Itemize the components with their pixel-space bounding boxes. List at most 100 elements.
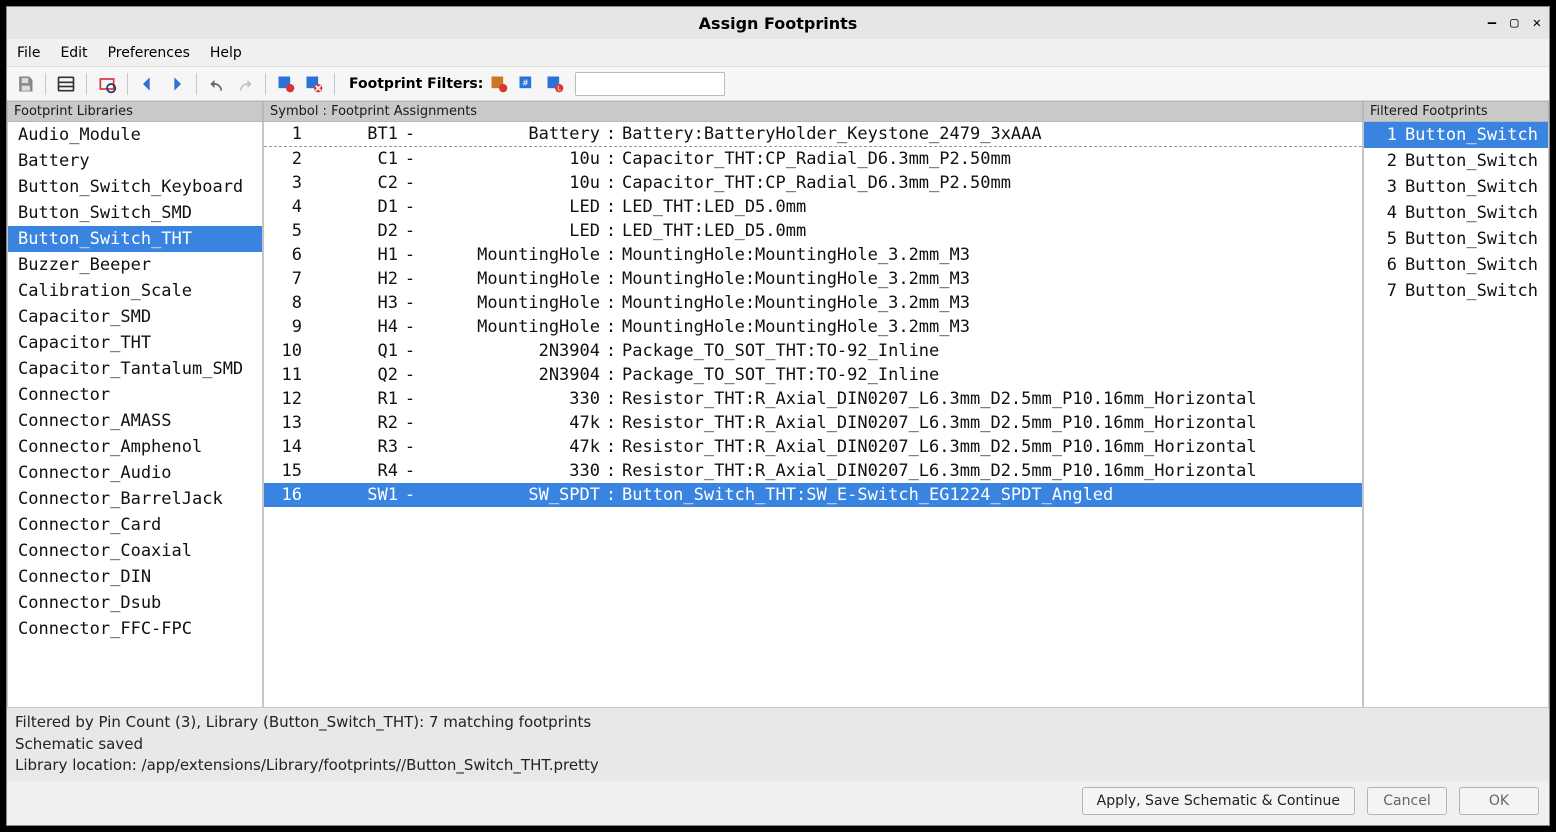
assignment-row[interactable]: 10Q1-2N3904:Package_TO_SOT_THT:TO-92_Inl… xyxy=(264,339,1362,363)
assignment-row[interactable]: 1BT1-Battery:Battery:BatteryHolder_Keyst… xyxy=(264,122,1362,147)
prev-arrow-icon[interactable] xyxy=(136,72,160,96)
library-list[interactable]: Audio_ModuleBatteryButton_Switch_Keyboar… xyxy=(7,122,263,708)
row-value: SW_SPDT xyxy=(422,485,600,505)
apply-save-continue-button[interactable]: Apply, Save Schematic & Continue xyxy=(1082,787,1355,815)
library-item[interactable]: Capacitor_Tantalum_SMD xyxy=(8,356,262,382)
library-item[interactable]: Connector_AMASS xyxy=(8,408,262,434)
library-item[interactable]: Connector_Amphenol xyxy=(8,434,262,460)
library-item[interactable]: Connector_Coaxial xyxy=(8,538,262,564)
assignment-list[interactable]: 1BT1-Battery:Battery:BatteryHolder_Keyst… xyxy=(263,122,1363,708)
row-index: 14 xyxy=(272,437,302,457)
menu-preferences[interactable]: Preferences xyxy=(108,45,190,61)
filtered-footprint-item[interactable]: 1Button_Switch xyxy=(1364,122,1548,148)
assignment-row[interactable]: 14R3-47k:Resistor_THT:R_Axial_DIN0207_L6… xyxy=(264,435,1362,459)
assignment-row[interactable]: 2C1-10u:Capacitor_THT:CP_Radial_D6.3mm_P… xyxy=(264,147,1362,171)
assignment-row[interactable]: 3C2-10u:Capacitor_THT:CP_Radial_D6.3mm_P… xyxy=(264,171,1362,195)
row-reference: H2 xyxy=(302,269,398,289)
assignment-row[interactable]: 6H1-MountingHole:MountingHole:MountingHo… xyxy=(264,243,1362,267)
filtered-footprint-item[interactable]: 7Button_Switch xyxy=(1364,278,1548,304)
filter-search-input[interactable] xyxy=(575,72,725,96)
row-footprint: Capacitor_THT:CP_Radial_D6.3mm_P2.50mm xyxy=(622,149,1354,169)
assignment-row[interactable]: 16SW1-SW_SPDT:Button_Switch_THT:SW_E-Swi… xyxy=(264,483,1362,507)
maximize-icon[interactable]: ▢ xyxy=(1510,15,1518,31)
row-reference: BT1 xyxy=(302,124,398,144)
undo-icon[interactable] xyxy=(205,72,229,96)
filtered-name: Button_Switch xyxy=(1405,281,1538,301)
save-icon[interactable] xyxy=(13,72,37,96)
filtered-footprint-item[interactable]: 5Button_Switch xyxy=(1364,226,1548,252)
row-footprint: MountingHole:MountingHole_3.2mm_M3 xyxy=(622,245,1354,265)
library-item[interactable]: Connector_Card xyxy=(8,512,262,538)
view-footprint-icon[interactable] xyxy=(95,72,119,96)
library-item[interactable]: Button_Switch_SMD xyxy=(8,200,262,226)
library-item[interactable]: Button_Switch_Keyboard xyxy=(8,174,262,200)
library-item[interactable]: Calibration_Scale xyxy=(8,278,262,304)
row-dash: - xyxy=(398,317,422,337)
assignment-row[interactable]: 7H2-MountingHole:MountingHole:MountingHo… xyxy=(264,267,1362,291)
row-value: 47k xyxy=(422,437,600,457)
panel-filtered: Filtered Footprints 1Button_Switch2Butto… xyxy=(1363,101,1549,708)
row-reference: R2 xyxy=(302,413,398,433)
auto-assign-icon[interactable] xyxy=(274,72,298,96)
row-value: Battery xyxy=(422,124,600,144)
library-tables-icon[interactable] xyxy=(54,72,78,96)
library-item[interactable]: Connector_Dsub xyxy=(8,590,262,616)
panel-libraries: Footprint Libraries Audio_ModuleBatteryB… xyxy=(7,101,263,708)
row-value: 10u xyxy=(422,149,600,169)
row-colon: : xyxy=(600,485,622,505)
row-index: 10 xyxy=(272,341,302,361)
assignment-row[interactable]: 11Q2-2N3904:Package_TO_SOT_THT:TO-92_Inl… xyxy=(264,363,1362,387)
row-index: 3 xyxy=(272,173,302,193)
toolbar: Footprint Filters: # L xyxy=(7,67,1549,101)
filtered-list[interactable]: 1Button_Switch2Button_Switch3Button_Swit… xyxy=(1363,122,1549,708)
library-item[interactable]: Connector_BarrelJack xyxy=(8,486,262,512)
filtered-footprint-item[interactable]: 2Button_Switch xyxy=(1364,148,1548,174)
assignment-row[interactable]: 9H4-MountingHole:MountingHole:MountingHo… xyxy=(264,315,1362,339)
library-item[interactable]: Connector_FFC-FPC xyxy=(8,616,262,642)
row-colon: : xyxy=(600,461,622,481)
library-item[interactable]: Audio_Module xyxy=(8,122,262,148)
library-item[interactable]: Connector_DIN xyxy=(8,564,262,590)
filtered-footprint-item[interactable]: 3Button_Switch xyxy=(1364,174,1548,200)
minimize-icon[interactable]: — xyxy=(1488,15,1496,31)
row-footprint: MountingHole:MountingHole_3.2mm_M3 xyxy=(622,317,1354,337)
panel-assignments-title: Symbol : Footprint Assignments xyxy=(263,101,1363,122)
filtered-index: 1 xyxy=(1374,125,1397,145)
filter-pincount-icon[interactable]: # xyxy=(515,72,539,96)
row-index: 2 xyxy=(272,149,302,169)
filtered-footprint-item[interactable]: 6Button_Switch xyxy=(1364,252,1548,278)
menu-help[interactable]: Help xyxy=(210,45,242,61)
filtered-footprint-item[interactable]: 4Button_Switch xyxy=(1364,200,1548,226)
assignment-row[interactable]: 13R2-47k:Resistor_THT:R_Axial_DIN0207_L6… xyxy=(264,411,1362,435)
assignment-row[interactable]: 8H3-MountingHole:MountingHole:MountingHo… xyxy=(264,291,1362,315)
assignment-row[interactable]: 12R1-330:Resistor_THT:R_Axial_DIN0207_L6… xyxy=(264,387,1362,411)
library-item[interactable]: Button_Switch_THT xyxy=(8,226,262,252)
next-arrow-icon[interactable] xyxy=(164,72,188,96)
assignment-row[interactable]: 4D1-LED:LED_THT:LED_D5.0mm xyxy=(264,195,1362,219)
row-index: 16 xyxy=(272,485,302,505)
assignment-row[interactable]: 5D2-LED:LED_THT:LED_D5.0mm xyxy=(264,219,1362,243)
library-item[interactable]: Buzzer_Beeper xyxy=(8,252,262,278)
cancel-button[interactable]: Cancel xyxy=(1367,787,1447,815)
row-index: 5 xyxy=(272,221,302,241)
menu-edit[interactable]: Edit xyxy=(60,45,87,61)
filter-library-icon[interactable]: L xyxy=(543,72,567,96)
library-item[interactable]: Connector_Audio xyxy=(8,460,262,486)
row-footprint: Battery:BatteryHolder_Keystone_2479_3xAA… xyxy=(622,124,1354,144)
row-colon: : xyxy=(600,341,622,361)
library-item[interactable]: Capacitor_SMD xyxy=(8,304,262,330)
menubar: File Edit Preferences Help xyxy=(7,39,1549,67)
row-footprint: Package_TO_SOT_THT:TO-92_Inline xyxy=(622,341,1354,361)
assignment-row[interactable]: 15R4-330:Resistor_THT:R_Axial_DIN0207_L6… xyxy=(264,459,1362,483)
close-icon[interactable]: ✕ xyxy=(1533,15,1541,31)
library-item[interactable]: Battery xyxy=(8,148,262,174)
ok-button[interactable]: OK xyxy=(1459,787,1539,815)
delete-assignments-icon[interactable] xyxy=(302,72,326,96)
row-colon: : xyxy=(600,124,622,144)
button-bar: Apply, Save Schematic & Continue Cancel … xyxy=(7,781,1549,825)
menu-file[interactable]: File xyxy=(17,45,40,61)
redo-icon[interactable] xyxy=(233,72,257,96)
library-item[interactable]: Capacitor_THT xyxy=(8,330,262,356)
library-item[interactable]: Connector xyxy=(8,382,262,408)
filter-symbol-icon[interactable] xyxy=(487,72,511,96)
